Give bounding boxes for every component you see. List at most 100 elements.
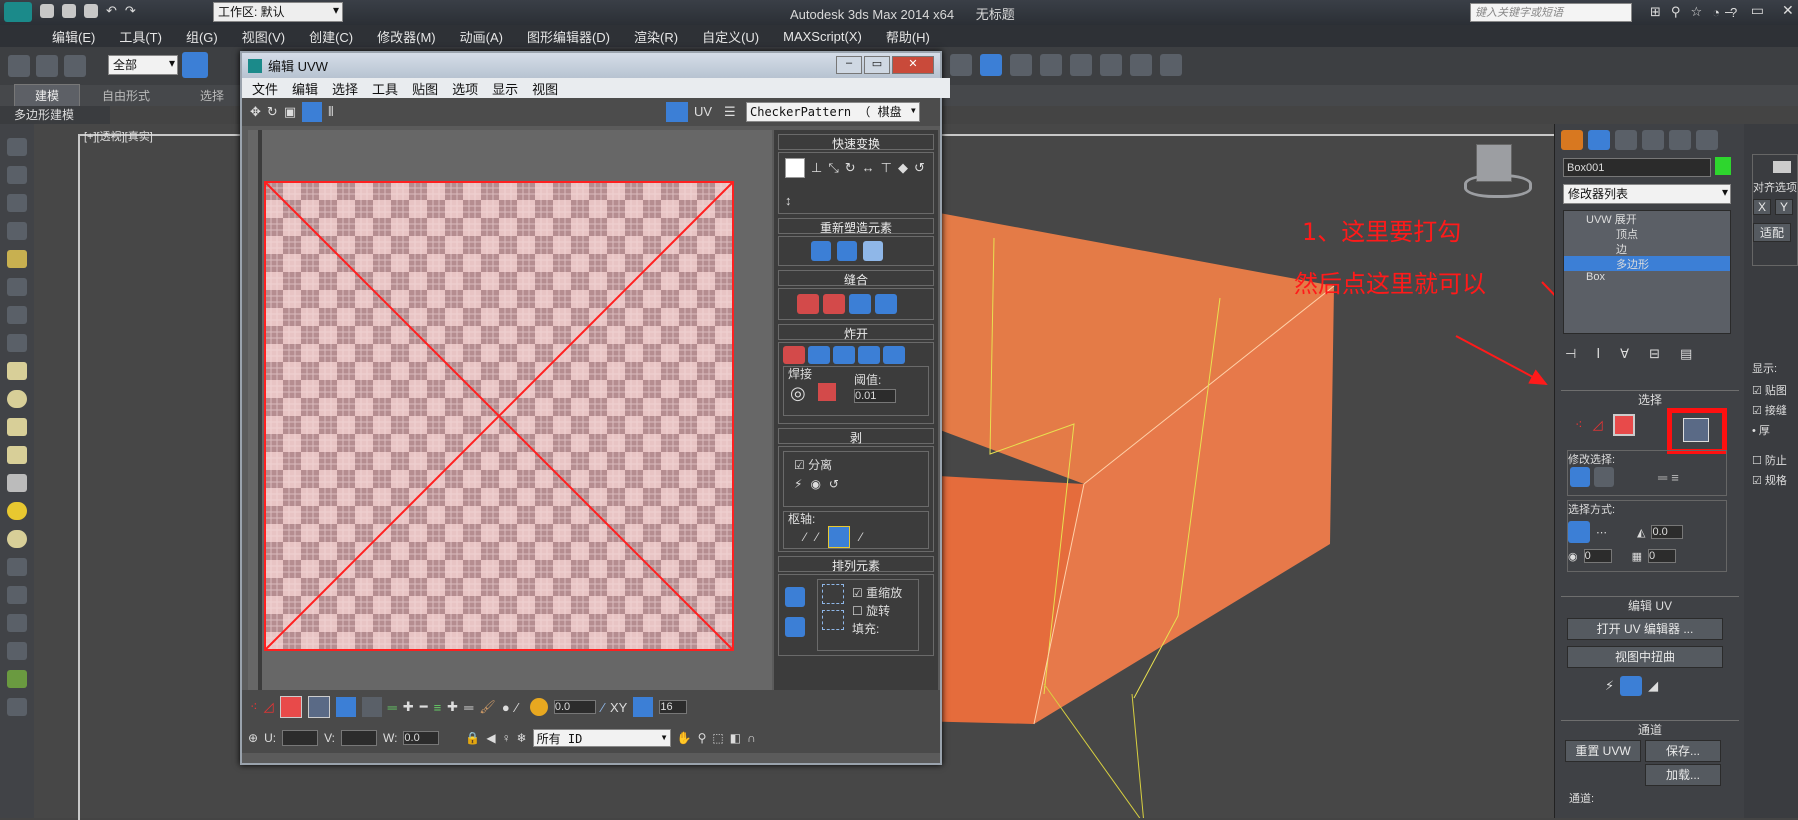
link-icon[interactable] xyxy=(8,55,30,77)
save-button[interactable]: 保存... xyxy=(1645,740,1721,762)
snap-icon[interactable] xyxy=(633,697,654,717)
sun-icon[interactable] xyxy=(7,502,27,520)
uv-shrink-icon[interactable] xyxy=(361,697,382,717)
straighten-icon[interactable]: ◆ xyxy=(898,160,908,176)
zoom-spinner[interactable]: 16 xyxy=(659,700,688,714)
grow-selection-icon[interactable] xyxy=(1570,467,1590,487)
rotate-icon[interactable]: ↻ xyxy=(267,104,278,120)
uv-vertex-mode-icon[interactable]: ⁖ xyxy=(250,699,258,715)
configure-sets-icon[interactable]: ▤ xyxy=(1680,346,1692,362)
uvw-menu-select[interactable]: 选择 xyxy=(332,79,358,98)
display-opt-normalize[interactable]: 规格 xyxy=(1765,475,1787,487)
stitch-to-source-icon[interactable] xyxy=(849,294,871,314)
uvw-menu-mapping[interactable]: 贴图 xyxy=(412,79,438,98)
new-file-icon[interactable] xyxy=(40,4,54,18)
align-top-icon[interactable] xyxy=(1773,161,1791,173)
reset-uvw-button[interactable]: 重置 UVW xyxy=(1565,740,1641,762)
paint-shrink-icon[interactable]: ⁄ xyxy=(516,700,518,715)
element-select-icon[interactable] xyxy=(1683,418,1709,442)
uv-loop-shrink-icon[interactable]: ═ xyxy=(464,700,473,715)
planar-select-icon[interactable]: ▦ xyxy=(1632,550,1642,563)
zoom-region-icon[interactable]: ⬚ xyxy=(712,731,723,745)
uvw-editor-window[interactable]: 编辑 UVW ‒ ▭ ✕ 文件 编辑 选择 工具 贴图 选项 显示 视图 ✥ ↻… xyxy=(240,51,950,765)
pin-icon[interactable]: ⁄ xyxy=(804,530,806,544)
vertex-select-icon[interactable]: ⁖ xyxy=(1575,417,1583,433)
weld-target-icon[interactable]: ◎ xyxy=(790,383,806,404)
uv-element-mode-icon[interactable] xyxy=(307,696,330,718)
uv-loop-icon[interactable]: ≡ xyxy=(434,700,442,715)
menu-group[interactable]: 组(G) xyxy=(186,27,218,46)
create-tab-icon[interactable] xyxy=(1561,130,1583,150)
reshape-head[interactable]: 重新塑造元素 xyxy=(778,218,934,235)
star-icon[interactable]: ☆ xyxy=(1690,4,1702,20)
stitch-custom-icon[interactable] xyxy=(875,294,897,314)
ribbon-tab-freeform[interactable]: 自由形式 xyxy=(102,87,150,104)
menu-maxscript[interactable]: MAXScript(X) xyxy=(783,29,862,44)
make-unique-icon[interactable]: ∀ xyxy=(1620,346,1629,362)
break-icon[interactable] xyxy=(783,346,805,364)
paint-grow-icon[interactable]: ● xyxy=(502,700,510,715)
pack-separate-icon[interactable] xyxy=(822,610,844,630)
channel-rollout-head[interactable]: 通道 xyxy=(1561,720,1739,737)
modifier-list-dropdown[interactable]: 修改器列表 ▾ xyxy=(1563,184,1731,204)
angle-spinner[interactable]: 0.0 xyxy=(1651,525,1684,539)
ribbon-tab-modeling[interactable]: 建模 xyxy=(14,84,81,107)
list-icon[interactable] xyxy=(7,222,27,240)
ribbon-toggle-icon[interactable] xyxy=(980,54,1002,76)
checker-toggle-icon[interactable] xyxy=(666,102,688,122)
align-vertical-icon[interactable]: ⊤ xyxy=(881,160,892,176)
uv-ring-icon[interactable]: ═ xyxy=(388,700,397,715)
weld-selected-icon[interactable] xyxy=(818,383,836,401)
cone-icon[interactable] xyxy=(7,474,27,492)
soft-select-icon[interactable] xyxy=(529,698,548,716)
uvw-menu-options[interactable]: 选项 xyxy=(452,79,478,98)
magnet-icon[interactable]: ∩ xyxy=(747,731,756,745)
select-by-element-icon[interactable] xyxy=(1568,521,1590,543)
uvw-menu-view[interactable]: 视图 xyxy=(532,79,558,98)
edit-uv-rollout-head[interactable]: 编辑 UV xyxy=(1561,596,1739,613)
menu-customize[interactable]: 自定义(U) xyxy=(702,27,759,46)
uvw-minimize-icon[interactable]: ‒ xyxy=(836,56,862,74)
stitch-to-target-icon[interactable] xyxy=(797,294,819,314)
plant-icon[interactable] xyxy=(7,670,27,688)
brush-icon[interactable] xyxy=(7,698,27,716)
scale-icon[interactable]: ▣ xyxy=(284,104,296,120)
menu-help[interactable]: 帮助(H) xyxy=(886,27,930,46)
zoom-extents-icon[interactable]: ◧ xyxy=(730,731,741,745)
relax-settings-icon[interactable] xyxy=(863,241,883,261)
paint-select-icon[interactable]: ◉ xyxy=(1568,550,1578,563)
menu-views[interactable]: 视图(V) xyxy=(242,27,285,46)
menu-modifiers[interactable]: 修改器(M) xyxy=(377,27,436,46)
render-setup-icon[interactable] xyxy=(1100,54,1122,76)
rescale-checkbox[interactable]: ☑ xyxy=(852,586,863,600)
tweak-in-view-button[interactable]: 视图中扭曲 xyxy=(1567,646,1723,668)
uv-axis-label[interactable]: UV xyxy=(694,104,712,119)
explode-settings-icon[interactable] xyxy=(883,346,905,364)
menu-create[interactable]: 创建(C) xyxy=(309,27,353,46)
rotate-neg-90-icon[interactable]: ↺ xyxy=(914,160,925,176)
stack-item-edge[interactable]: 边 xyxy=(1564,241,1730,256)
rotate-90-icon[interactable]: ↻ xyxy=(845,160,856,176)
grid-icon[interactable] xyxy=(7,194,27,212)
stitch-average-icon[interactable] xyxy=(823,294,845,314)
teapot-icon[interactable] xyxy=(7,138,27,156)
ribbon-sub-label[interactable]: 多边形建模 xyxy=(0,108,74,122)
render-teapot-icon[interactable] xyxy=(1160,54,1182,76)
stack-item-box[interactable]: Box xyxy=(1564,271,1730,286)
workspace-dropdown[interactable]: 工作区: 默认 ▾ xyxy=(213,2,343,22)
soft-select-spinner[interactable]: 0.0 xyxy=(553,700,596,714)
camera-icon[interactable] xyxy=(7,278,27,296)
ribbon-tab-selection[interactable]: 选择 xyxy=(200,87,224,104)
minimize-icon[interactable]: ‒ xyxy=(1725,3,1733,19)
lock-icon[interactable]: 🔒 xyxy=(465,731,480,745)
bone-icon[interactable] xyxy=(7,586,27,604)
uvw-close-icon[interactable]: ✕ xyxy=(892,56,934,74)
quick-planar-icon[interactable]: ⚡ xyxy=(1605,678,1614,694)
geosphere-icon[interactable] xyxy=(7,530,27,548)
threshold-spinner[interactable]: 0.01 xyxy=(854,389,896,403)
selection-rollout-head[interactable]: 选择 xyxy=(1561,390,1739,407)
pin-stack-icon[interactable]: ⊣ xyxy=(1565,346,1576,362)
motion-tab-icon[interactable] xyxy=(1642,130,1664,150)
uvw-maximize-icon[interactable]: ▭ xyxy=(864,56,890,74)
ring-icon[interactable]: ═ xyxy=(1658,470,1667,485)
